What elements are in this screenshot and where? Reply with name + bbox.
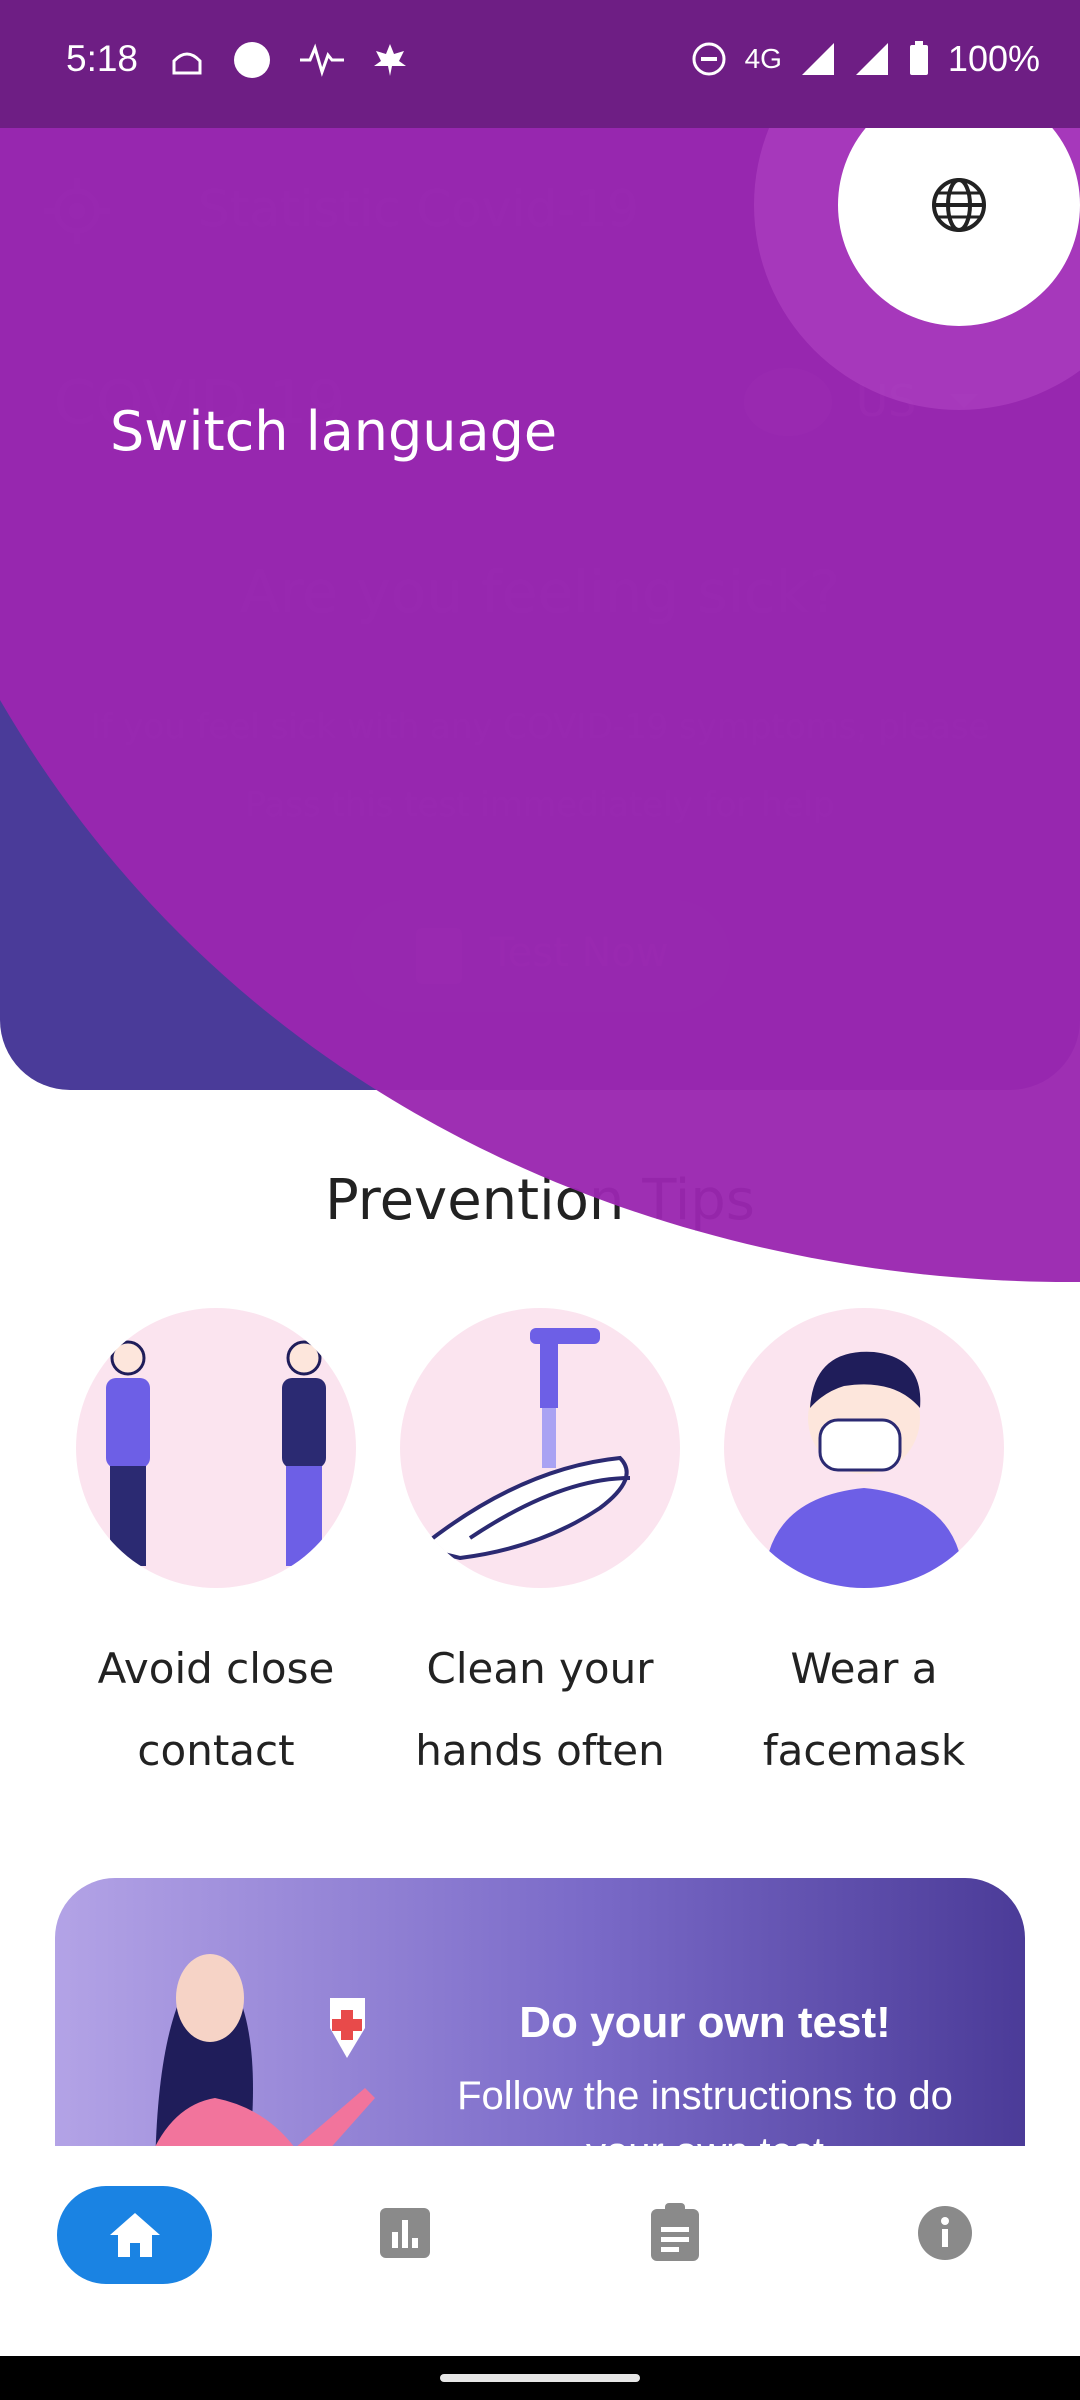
chart-icon xyxy=(380,2208,430,2258)
app-screen: Statistic Covid-19 COVID-19 US Are you f… xyxy=(0,128,1080,2400)
nav-statistics[interactable] xyxy=(370,2198,440,2268)
tip-caption: Clean your hands often xyxy=(415,1644,665,1775)
locate-icon[interactable] xyxy=(44,178,110,244)
us-flag-icon xyxy=(744,368,832,436)
tip-caption: Avoid close contact xyxy=(97,1644,335,1775)
test-now-label: Test Now xyxy=(490,930,669,976)
gesture-bar xyxy=(0,2356,1080,2400)
sick-title: Are you feeling sick? xyxy=(240,558,840,626)
tip-caption: Wear a facemask xyxy=(762,1644,966,1775)
battery-level: 100% xyxy=(947,38,1040,79)
tip-wear-mask: Wear a facemask xyxy=(714,1308,1014,1792)
tip-clean-hands: Clean your hands often xyxy=(390,1308,690,1792)
nav-test[interactable] xyxy=(640,2198,710,2268)
nav-info[interactable] xyxy=(910,2198,980,2268)
tip-avoid-contact: Avoid close contact xyxy=(66,1308,366,1792)
notification-icons xyxy=(170,40,408,80)
signal-icon xyxy=(801,43,834,75)
nav-home[interactable] xyxy=(57,2186,212,2284)
home-icon xyxy=(109,2213,160,2257)
social-distance-illustration xyxy=(76,1308,356,1588)
pulse-icon xyxy=(300,43,344,77)
status-time: 5:18 xyxy=(66,38,139,79)
home-gesture-handle[interactable] xyxy=(440,2374,640,2382)
country-code: US xyxy=(856,376,917,427)
system-icons: 4G 100% xyxy=(691,38,1040,80)
test-now-button[interactable]: Test Now xyxy=(350,900,730,1012)
mosque-icon xyxy=(172,52,202,75)
leaf-icon xyxy=(374,44,406,76)
battery-icon xyxy=(909,41,928,75)
circle-icon xyxy=(234,42,270,78)
status-bar: 5:18 4G 100% xyxy=(0,0,1080,128)
chevron-down-icon xyxy=(950,394,978,408)
signal-icon-2 xyxy=(855,43,888,75)
clipboard-icon xyxy=(651,2203,699,2261)
handwash-illustration xyxy=(400,1308,680,1588)
app-title: Statistic Covid-19 xyxy=(198,180,639,238)
globe-icon xyxy=(932,178,986,232)
bottom-navigation xyxy=(0,2146,1080,2356)
prevention-tips-title: Prevention Tips xyxy=(325,1168,755,1233)
clipboard-icon xyxy=(416,928,462,984)
do-not-disturb-icon xyxy=(692,42,726,76)
network-type: 4G xyxy=(744,43,782,74)
switch-language-label: Switch language xyxy=(110,400,558,463)
sick-description: If you feel sick with any COVID-19 sympt… xyxy=(90,707,990,825)
facemask-illustration xyxy=(724,1308,1004,1588)
info-icon xyxy=(918,2206,972,2260)
country-selector[interactable]: US xyxy=(712,348,1024,456)
promo-title: Do your own test! xyxy=(519,1998,891,2047)
